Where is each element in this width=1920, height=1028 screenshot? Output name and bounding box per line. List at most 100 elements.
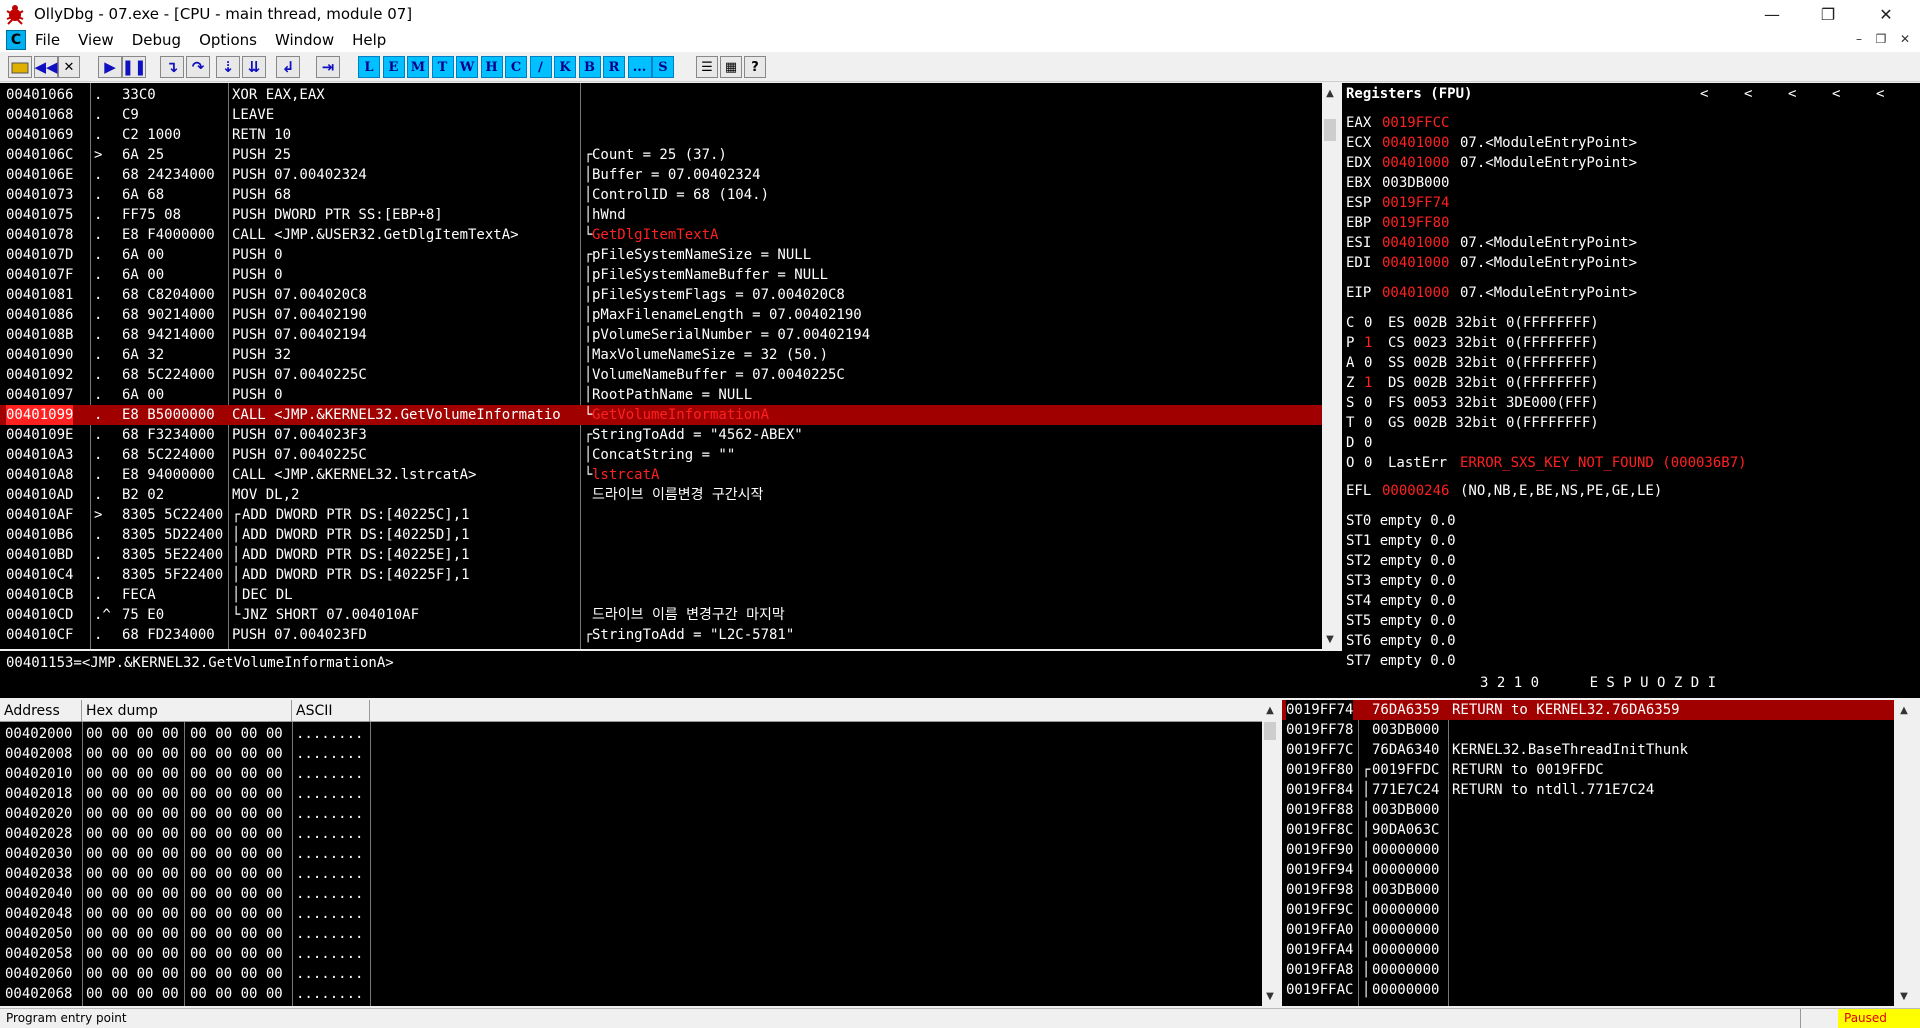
step-over-icon[interactable]: ↷ xyxy=(186,56,210,78)
flag-row[interactable]: T 0 GS 002B 32bit 0(FFFFFFFF) xyxy=(1342,413,1920,433)
restart-icon[interactable]: ◀◀ xyxy=(34,56,58,78)
dump-row[interactable]: 00402048 00 00 00 00 00 00 00 00........ xyxy=(0,904,1262,924)
close-program-icon[interactable]: ✕ xyxy=(58,56,80,78)
restore-button[interactable]: ❐ xyxy=(1800,0,1856,28)
trace-over-icon[interactable]: ⇊ xyxy=(242,56,266,78)
disasm-row[interactable]: 0040106E. 68 24234000 PUSH 07.00402324 │ Buf… xyxy=(0,165,1322,185)
toolbar-window-3[interactable]: T xyxy=(431,56,454,78)
stack-row[interactable]: 0019FF7C 76DA6340 KERNEL32.BaseThreadInitT… xyxy=(1282,740,1894,760)
stack-row[interactable]: 0019FF80 ┌ 0019FFDC RETURN to 0019FFDC xyxy=(1282,760,1894,780)
flag-row[interactable]: A 0 SS 002B 32bit 0(FFFFFFFF) xyxy=(1342,353,1920,373)
disasm-row[interactable]: 00401075. FF75 08 PUSH DWORD PTR SS:[EBP+8… xyxy=(0,205,1322,225)
disassembly-pane[interactable]: 00401066. 33C0 XOR EAX,EAX 00401068. C9 LEAVE… xyxy=(0,83,1322,649)
disasm-row[interactable]: 0040108B. 68 94214000 PUSH 07.00402194 │ pVo… xyxy=(0,325,1322,345)
stack-row[interactable]: 0019FF88 │ 003DB000 xyxy=(1282,800,1894,820)
fpu-row[interactable]: ST5 empty 0.0 xyxy=(1342,611,1920,631)
dump-header-hex[interactable]: Hex dump xyxy=(82,700,292,722)
toolbar-window-11[interactable]: ... xyxy=(627,56,652,78)
register-row[interactable]: EBX 003DB000 xyxy=(1342,173,1920,193)
register-row[interactable]: ESI 00401000 07.<ModuleEntryPoint> xyxy=(1342,233,1920,253)
register-row[interactable]: EDI 00401000 07.<ModuleEntryPoint> xyxy=(1342,253,1920,273)
disasm-row[interactable]: 00401078. E8 F4000000 CALL <JMP.&USER32.Ge… xyxy=(0,225,1322,245)
disasm-row[interactable]: 00401099. E8 B5000000 CALL <JMP.&KERNEL32.… xyxy=(0,405,1322,425)
disasm-row[interactable]: 00401068. C9 LEAVE xyxy=(0,105,1322,125)
stack-row[interactable]: 0019FF84 │ 771E7C24 RETURN to ntdll.771E7C2… xyxy=(1282,780,1894,800)
execute-till-return-icon[interactable]: ↲ xyxy=(276,56,300,78)
toolbar-window-4[interactable]: W xyxy=(456,56,478,78)
menu-file[interactable]: File xyxy=(26,31,69,49)
fpu-row[interactable]: ST3 empty 0.0 xyxy=(1342,571,1920,591)
dump-row[interactable]: 00402028 00 00 00 00 00 00 00 00........ xyxy=(0,824,1262,844)
toolbar-window-5[interactable]: H xyxy=(480,56,503,78)
flag-row[interactable]: S 0 FS 0053 32bit 3DE000(FFF) xyxy=(1342,393,1920,413)
disasm-row[interactable]: 00401092. 68 5C224000 PUSH 07.0040225C │ Vol… xyxy=(0,365,1322,385)
stack-row[interactable]: 0019FF94 │ 00000000 xyxy=(1282,860,1894,880)
toolbar-window-7[interactable]: / xyxy=(529,56,552,78)
disasm-row[interactable]: 00401090. 6A 32 PUSH 32 │ MaxVolumeNameSize … xyxy=(0,345,1322,365)
pause-icon[interactable]: ❚❚ xyxy=(121,56,147,78)
disasm-row[interactable]: 0040109E. 68 F3234000 PUSH 07.004023F3 ┌ Str… xyxy=(0,425,1322,445)
register-row[interactable]: ESP 0019FF74 xyxy=(1342,193,1920,213)
stack-row[interactable]: 0019FF90 │ 00000000 xyxy=(1282,840,1894,860)
stack-row[interactable]: 0019FF8C │ 90DA063C xyxy=(1282,820,1894,840)
disasm-row[interactable]: 004010A8. E8 94000000 CALL <JMP.&KERNEL32.… xyxy=(0,465,1322,485)
disassembly-scrollbar[interactable]: ▲ ▼ xyxy=(1322,83,1338,649)
register-row[interactable]: EDX 00401000 07.<ModuleEntryPoint> xyxy=(1342,153,1920,173)
dump-row[interactable]: 00402020 00 00 00 00 00 00 00 00........ xyxy=(0,804,1262,824)
disasm-row[interactable]: 004010BD. 8305 5E22400 │ ADD DWORD PTR DS:[… xyxy=(0,545,1322,565)
scroll-down-icon[interactable]: ▼ xyxy=(1896,988,1912,1004)
menu-help[interactable]: Help xyxy=(343,31,395,49)
dump-scrollbar[interactable]: ▲ ▼ xyxy=(1262,700,1278,1006)
disasm-row[interactable]: 004010CF. 68 FD234000 PUSH 07.004023FD ┌ Str… xyxy=(0,625,1322,645)
menu-debug[interactable]: Debug xyxy=(123,31,190,49)
disasm-row[interactable]: 004010CB. FECA │ DEC DL xyxy=(0,585,1322,605)
register-row-eip[interactable]: EIP 00401000 07.<ModuleEntryPoint> xyxy=(1342,283,1920,303)
flag-row[interactable]: Z 1 DS 002B 32bit 0(FFFFFFFF) xyxy=(1342,373,1920,393)
menu-options[interactable]: Options xyxy=(190,31,266,49)
efl-row[interactable]: EFL 00000246 (NO,NB,E,BE,NS,PE,GE,LE) xyxy=(1342,481,1920,501)
stack-row[interactable]: 0019FF9C │ 00000000 xyxy=(1282,900,1894,920)
mdi-restore-button[interactable]: ❐ xyxy=(1872,30,1890,48)
trace-into-icon[interactable]: ⇣ xyxy=(216,56,240,78)
hex-dump-pane[interactable]: Address Hex dump ASCII 00402000 00 00 00 … xyxy=(0,700,1262,1006)
stack-row[interactable]: 0019FF78 003DB000 xyxy=(1282,720,1894,740)
stack-row[interactable]: 0019FFAC │ 00000000 xyxy=(1282,980,1894,1000)
toolbar-window-10[interactable]: R xyxy=(603,56,625,78)
toolbar-window-9[interactable]: B xyxy=(578,56,601,78)
help-icon[interactable]: ? xyxy=(744,56,766,78)
menu-window[interactable]: Window xyxy=(266,31,343,49)
dump-header-ascii[interactable]: ASCII xyxy=(292,700,370,722)
dump-row[interactable]: 00402010 00 00 00 00 00 00 00 00........ xyxy=(0,764,1262,784)
menu-view[interactable]: View xyxy=(69,31,123,49)
dump-row[interactable]: 00402068 00 00 00 00 00 00 00 00........ xyxy=(0,984,1262,1004)
register-row[interactable]: ECX 00401000 07.<ModuleEntryPoint> xyxy=(1342,133,1920,153)
flag-row[interactable]: D0 xyxy=(1342,433,1920,453)
dump-row[interactable]: 00402008 00 00 00 00 00 00 00 00........ xyxy=(0,744,1262,764)
disasm-row[interactable]: 00401069. C2 1000 RETN 10 xyxy=(0,125,1322,145)
fpu-row[interactable]: ST2 empty 0.0 xyxy=(1342,551,1920,571)
fpu-row[interactable]: ST0 empty 0.0 xyxy=(1342,511,1920,531)
stack-row[interactable]: 0019FFA0 │ 00000000 xyxy=(1282,920,1894,940)
cpu-window-icon[interactable]: C xyxy=(6,30,26,50)
disasm-row[interactable]: 004010AD. B2 02 MOV DL,2 드라이브 이름변경 구간시작 xyxy=(0,485,1322,505)
grid-view-icon[interactable]: ▦ xyxy=(720,56,742,78)
mdi-close-button[interactable]: ✕ xyxy=(1896,30,1914,48)
registers-pane[interactable]: Registers (FPU) < < < < < EAX 0019FFCC ECX 0040… xyxy=(1342,83,1920,698)
disasm-row[interactable]: 004010B6. 8305 5D22400 │ ADD DWORD PTR DS:[… xyxy=(0,525,1322,545)
dump-row[interactable]: 00402040 00 00 00 00 00 00 00 00........ xyxy=(0,884,1262,904)
register-nav-arrow[interactable]: < xyxy=(1876,86,1884,102)
dump-header-address[interactable]: Address xyxy=(0,700,82,722)
disasm-row[interactable]: 0040106C >6A 25 PUSH 25 ┌ Count = 25 (37.) xyxy=(0,145,1322,165)
flag-row[interactable]: C 0 ES 002B 32bit 0(FFFFFFFF) xyxy=(1342,313,1920,333)
register-nav-arrow[interactable]: < xyxy=(1788,86,1796,102)
disasm-row[interactable]: 00401066. 33C0 XOR EAX,EAX xyxy=(0,85,1322,105)
disasm-row[interactable]: 004010CD .^ 75 E0 └ JNZ SHORT 07.004010AF 드라이… xyxy=(0,605,1322,625)
list-view-icon[interactable]: ☰ xyxy=(696,56,718,78)
registers-header[interactable]: Registers (FPU) xyxy=(1346,86,1472,102)
stack-row[interactable]: 0019FFA4 │ 00000000 xyxy=(1282,940,1894,960)
fpu-row[interactable]: ST6 empty 0.0 xyxy=(1342,631,1920,651)
disasm-row[interactable]: 00401081. 68 C8204000 PUSH 07.004020C8 │ pFi… xyxy=(0,285,1322,305)
register-row[interactable]: EAX 0019FFCC xyxy=(1342,113,1920,133)
toolbar-window-2[interactable]: M xyxy=(407,56,429,78)
dump-row[interactable]: 00402060 00 00 00 00 00 00 00 00........ xyxy=(0,964,1262,984)
